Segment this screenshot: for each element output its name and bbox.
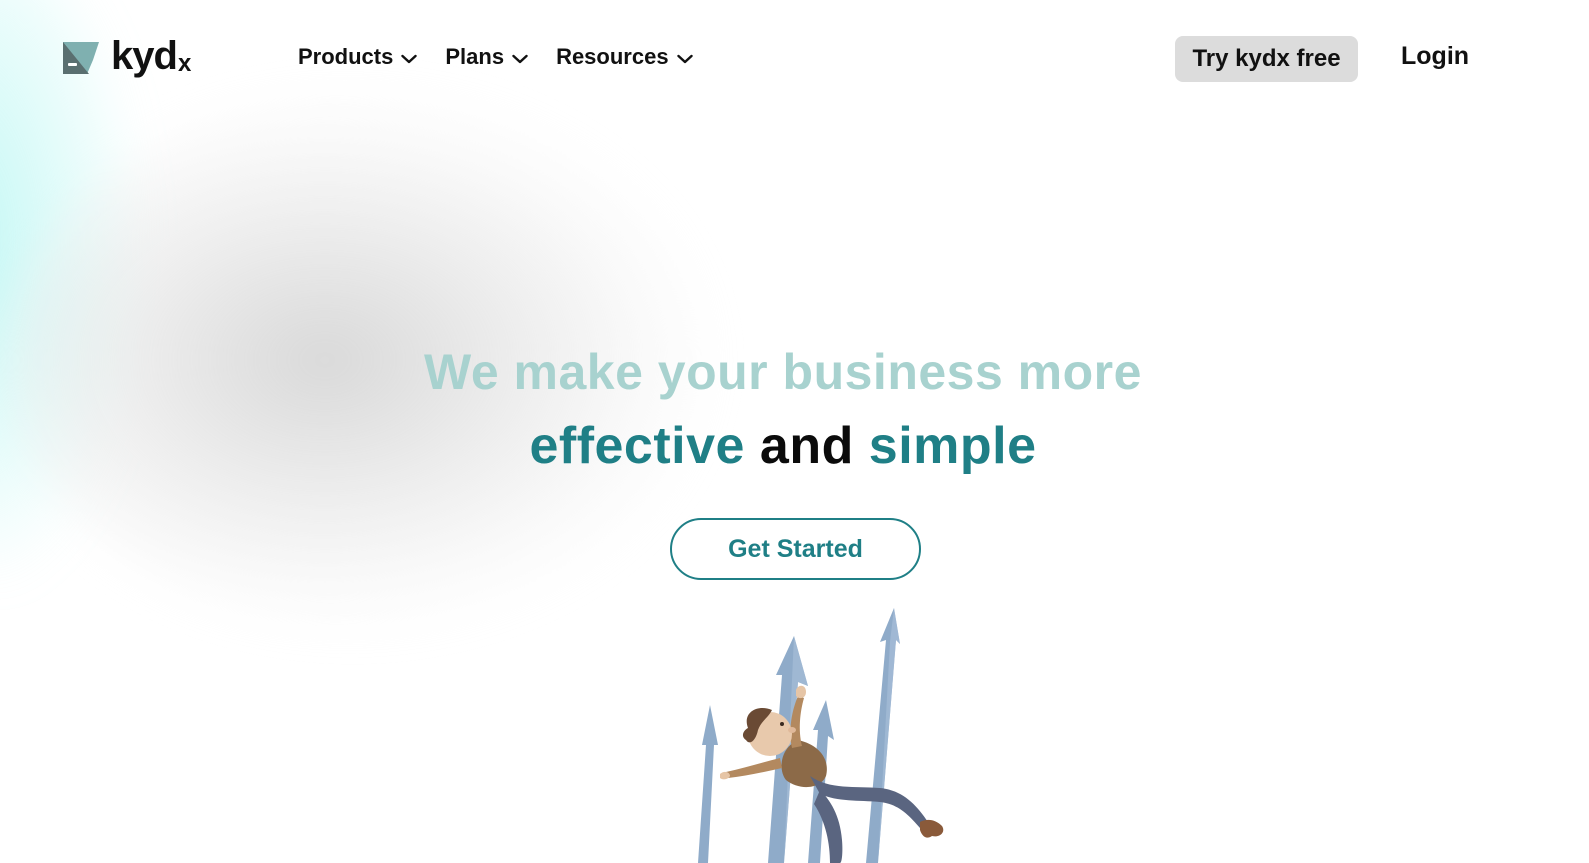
nav-resources[interactable]: Resources	[556, 44, 693, 70]
hero-word-and: and	[744, 417, 869, 475]
hero-word-simple: simple	[868, 417, 1037, 475]
brand-name: kyd	[111, 34, 178, 78]
person-climbing-arrows-illustration	[698, 608, 944, 863]
chevron-down-icon	[676, 54, 693, 64]
site-header: kyd x Products Plans Resources Try kydx …	[0, 0, 1589, 120]
get-started-button[interactable]: Get Started	[670, 518, 921, 580]
kydx-logo-icon	[63, 42, 99, 74]
nav-resources-label: Resources	[556, 44, 669, 69]
try-free-button[interactable]: Try kydx free	[1175, 36, 1358, 82]
nav-products[interactable]: Products	[298, 44, 418, 70]
chevron-down-icon	[401, 54, 418, 64]
hero-headline-line1: We make your business more	[424, 344, 1142, 400]
main-nav: Products Plans Resources	[298, 44, 693, 70]
hero-word-effective: effective	[529, 417, 745, 475]
chevron-down-icon	[512, 54, 528, 64]
brand-logo[interactable]: kyd x	[63, 36, 191, 76]
nav-products-label: Products	[298, 44, 394, 69]
hero-headline-line2: effective and simple	[0, 416, 1566, 476]
nav-plans[interactable]: Plans	[445, 44, 528, 70]
brand-suffix: x	[177, 50, 192, 77]
nav-plans-label: Plans	[445, 44, 505, 69]
login-link[interactable]: Login	[1401, 42, 1469, 71]
landing-page: kyd x Products Plans Resources Try kydx …	[0, 0, 1589, 863]
